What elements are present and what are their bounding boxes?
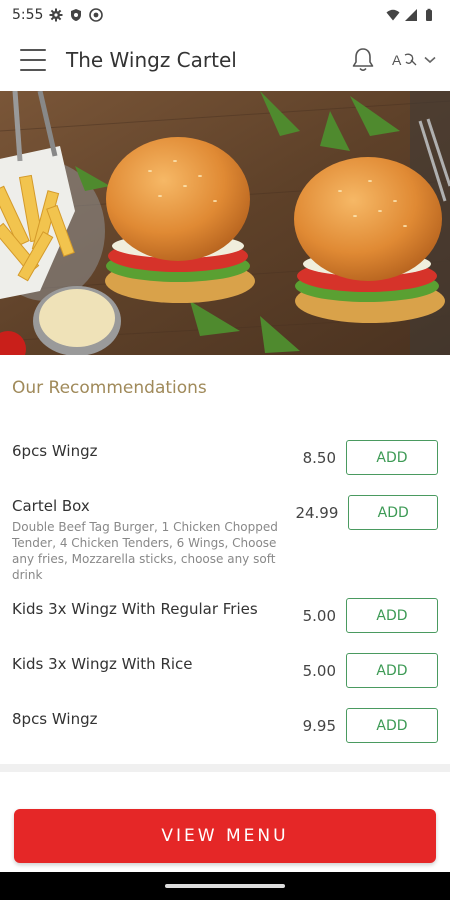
item-price: 9.95	[302, 717, 336, 735]
menu-line	[20, 59, 46, 61]
item-price: 24.99	[295, 504, 339, 522]
status-left: 5:55	[12, 7, 104, 23]
signal-icon	[405, 9, 417, 21]
chevron-down-icon	[424, 56, 436, 64]
app-bar: The Wingz Cartel A	[0, 30, 450, 90]
item-info: 8pcs Wingz	[12, 698, 276, 728]
add-button[interactable]: ADD	[348, 495, 438, 530]
settings-badge-icon	[89, 8, 104, 22]
item-description: Double Beef Tag Burger, 1 Chicken Choppe…	[12, 520, 278, 582]
language-icon: A	[392, 52, 417, 68]
battery-icon	[426, 8, 432, 21]
item-name: Kids 3x Wingz With Regular Fries	[12, 600, 258, 618]
status-time: 5:55	[12, 7, 44, 23]
hamburger-menu-icon[interactable]	[20, 49, 46, 71]
item-name: Kids 3x Wingz With Rice	[12, 655, 193, 673]
add-button[interactable]: ADD	[346, 708, 438, 743]
item-name: 6pcs Wingz	[12, 442, 98, 460]
home-gesture-pill[interactable]	[165, 884, 285, 888]
section-title: Our Recommendations	[12, 378, 207, 398]
add-button[interactable]: ADD	[346, 598, 438, 633]
menu-item: 6pcs Wingz 8.50 ADD	[0, 430, 450, 485]
menu-item: Cartel Box Double Beef Tag Burger, 1 Chi…	[0, 485, 450, 588]
shield-icon	[71, 9, 82, 21]
add-button[interactable]: ADD	[346, 440, 438, 475]
language-selector[interactable]: A	[392, 50, 436, 70]
bell-icon	[352, 48, 374, 72]
view-menu-button[interactable]: VIEW MENU	[14, 809, 436, 863]
item-info: Cartel Box Double Beef Tag Burger, 1 Chi…	[12, 485, 280, 583]
item-price: 5.00	[302, 662, 336, 680]
item-price: 8.50	[302, 449, 336, 467]
item-name: 8pcs Wingz	[12, 710, 98, 728]
hero-image	[0, 91, 450, 355]
status-bar: 5:55	[0, 0, 450, 30]
item-name: Cartel Box	[12, 497, 90, 515]
menu-line	[20, 69, 46, 71]
menu-line	[20, 49, 46, 51]
menu-item: 8pcs Wingz 9.95 ADD	[0, 698, 450, 753]
status-right	[386, 8, 436, 22]
section-divider	[0, 764, 450, 772]
item-info: Kids 3x Wingz With Rice	[12, 643, 276, 673]
wifi-icon	[386, 9, 400, 21]
recommendations-list: 6pcs Wingz 8.50 ADD Cartel Box Double Be…	[0, 430, 450, 753]
svg-text:A: A	[392, 52, 402, 68]
system-nav-bar	[0, 872, 450, 900]
item-info: Kids 3x Wingz With Regular Fries	[12, 588, 276, 618]
gear-icon	[49, 8, 63, 22]
burgers-photo	[0, 91, 450, 355]
item-price: 5.00	[302, 607, 336, 625]
menu-item: Kids 3x Wingz With Rice 5.00 ADD	[0, 643, 450, 698]
app-title: The Wingz Cartel	[66, 48, 237, 72]
add-button[interactable]: ADD	[346, 653, 438, 688]
notifications-button[interactable]	[348, 45, 378, 75]
item-info: 6pcs Wingz	[12, 430, 276, 460]
menu-item: Kids 3x Wingz With Regular Fries 5.00 AD…	[0, 588, 450, 643]
